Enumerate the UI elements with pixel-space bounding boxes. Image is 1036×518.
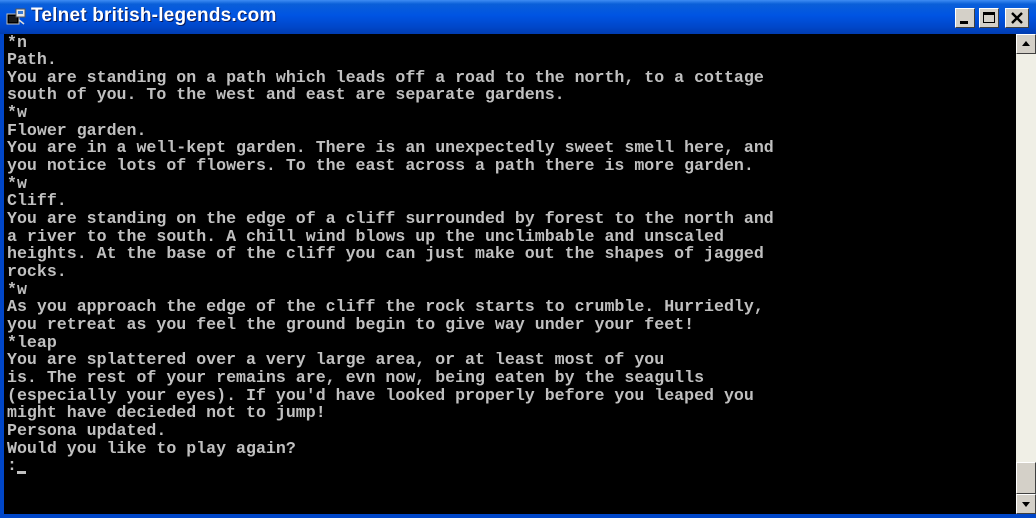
terminal-line: *leap <box>7 333 57 352</box>
terminal-line: might have decieded not to jump! <box>7 403 326 422</box>
terminal-line: *n <box>7 34 27 52</box>
terminal-line: is. The rest of your remains are, evn no… <box>7 368 705 387</box>
arrow-up-icon <box>1022 41 1030 46</box>
terminal-line: you notice lots of flowers. To the east … <box>7 156 754 175</box>
scrollbar-thumb[interactable] <box>1016 462 1036 494</box>
command-prompt-line[interactable]: : <box>7 457 26 474</box>
terminal-line: You are standing on a path which leads o… <box>7 68 764 87</box>
maximize-icon <box>983 12 995 23</box>
title-bar[interactable]: Telnet british-legends.com <box>0 0 1036 34</box>
terminal-line: *w <box>7 280 27 299</box>
terminal-output[interactable]: *n Path. You are standing on a path whic… <box>4 34 1016 514</box>
terminal-line: Path. <box>7 50 57 69</box>
minimize-icon <box>960 21 968 24</box>
terminal-line: heights. At the base of the cliff you ca… <box>7 244 764 263</box>
scroll-down-button[interactable] <box>1016 494 1036 514</box>
scroll-up-button[interactable] <box>1016 34 1036 54</box>
terminal-line: As you approach the edge of the cliff th… <box>7 297 764 316</box>
terminal-line: Would you like to play again? <box>7 439 296 458</box>
command-prompt: : <box>7 456 17 475</box>
terminal-line: Flower garden. <box>7 121 147 140</box>
minimize-button[interactable] <box>955 8 975 28</box>
terminal-line: Cliff. <box>7 191 67 210</box>
terminal-line: *w <box>7 174 27 193</box>
close-icon <box>1011 12 1023 24</box>
arrow-down-icon <box>1022 502 1030 507</box>
terminal-line: *w <box>7 103 27 122</box>
maximize-button[interactable] <box>979 8 999 28</box>
telnet-window: Telnet british-legends.com *n Path. You … <box>0 0 1036 518</box>
window-title: Telnet british-legends.com <box>31 5 277 26</box>
window-frame-bottom <box>0 514 1036 518</box>
terminal-line: you retreat as you feel the ground begin… <box>7 315 695 334</box>
terminal-line: You are standing on the edge of a cliff … <box>7 209 774 228</box>
terminal-line: You are in a well-kept garden. There is … <box>7 138 774 157</box>
terminal-line: (especially your eyes). If you'd have lo… <box>7 386 754 405</box>
close-button[interactable] <box>1005 8 1029 28</box>
terminal-line: You are splattered over a very large are… <box>7 350 665 369</box>
terminal-line: a river to the south. A chill wind blows… <box>7 227 724 246</box>
terminal-line: south of you. To the west and east are s… <box>7 85 565 104</box>
telnet-app-icon[interactable] <box>6 8 26 26</box>
terminal-line: Persona updated. <box>7 421 167 440</box>
terminal-line: rocks. <box>7 262 67 281</box>
vertical-scrollbar[interactable] <box>1016 34 1036 514</box>
text-cursor <box>16 471 26 474</box>
